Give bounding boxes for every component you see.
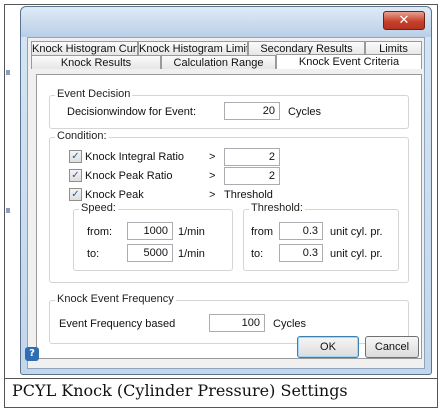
threshold-to-input[interactable]: 0.3 [279,244,323,262]
decision-window-label: Decisionwindow for Event: [67,106,197,118]
tab-knock-event-criteria[interactable]: Knock Event Criteria [276,54,422,69]
event-decision-title: Event Decision [55,88,133,100]
threshold-from-label: from [251,226,273,238]
margin-marker [6,70,10,75]
caption-divider [5,378,437,379]
ok-button[interactable]: OK [297,336,359,358]
operator-greater: > [209,170,216,182]
speed-to-label: to: [87,248,100,260]
close-button[interactable]: ✕ [383,11,425,30]
event-frequency-title: Knock Event Frequency [55,293,176,305]
threshold-title: Threshold: [249,202,305,214]
threshold-to-label: to: [251,248,264,260]
help-icon[interactable]: ? [25,347,39,361]
knock-peak-ratio-checkbox[interactable]: ✓ [69,169,82,182]
event-frequency-input[interactable]: 100 [209,314,265,332]
knock-peak-checkbox[interactable]: ✓ [69,188,82,201]
title-bar[interactable]: ✕ [21,7,431,37]
tab-knock-histogram-curves[interactable]: Knock Histogram Curves [31,41,138,55]
event-frequency-unit: Cycles [273,318,307,330]
tab-knock-results[interactable]: Knock Results [31,55,161,69]
tab-secondary-results[interactable]: Secondary Results [248,41,365,55]
margin-marker [6,208,10,213]
speed-from-label: from: [87,226,113,238]
close-icon: ✕ [398,13,410,28]
condition-title: Condition: [55,130,109,142]
tab-panel: Event Decision Decisionwindow for Event:… [36,74,422,359]
speed-from-input[interactable]: 1000 [127,222,173,240]
knock-peak-ratio-input[interactable]: 2 [224,167,280,185]
speed-to-unit: 1/min [178,248,205,260]
knock-peak-label: Knock Peak [85,189,144,201]
tab-knock-histogram-limits[interactable]: Knock Histogram Limits [138,41,248,55]
decision-window-input[interactable]: 20 [224,102,280,120]
operator-greater: > [209,189,216,201]
knock-integral-ratio-input[interactable]: 2 [224,148,280,166]
dialog-client-area: Knock Histogram Curves Knock Histogram L… [27,37,425,369]
threshold-from-input[interactable]: 0.3 [279,222,323,240]
speed-from-unit: 1/min [178,226,205,238]
cancel-button[interactable]: Cancel [365,336,419,358]
knock-peak-ratio-label: Knock Peak Ratio [85,170,173,182]
speed-to-input[interactable]: 5000 [127,244,173,262]
figure-caption: PCYL Knock (Cylinder Pressure) Settings [12,381,348,400]
cancel-button-label: Cancel [374,341,410,353]
tab-calculation-range[interactable]: Calculation Range [161,55,276,69]
knock-integral-ratio-checkbox[interactable]: ✓ [69,150,82,163]
threshold-to-unit: unit cyl. pr. [330,248,383,260]
operator-greater: > [209,151,216,163]
threshold-text: Threshold [224,189,273,201]
knock-settings-dialog: ✕ Knock Histogram Curves Knock Histogram… [20,6,432,375]
tab-limits[interactable]: Limits [365,41,422,55]
decision-window-unit: Cycles [288,106,322,118]
event-frequency-label: Event Frequency based [59,318,176,330]
speed-title: Speed: [79,202,118,214]
knock-integral-ratio-label: Knock Integral Ratio [85,151,185,163]
threshold-from-unit: unit cyl. pr. [330,226,383,238]
